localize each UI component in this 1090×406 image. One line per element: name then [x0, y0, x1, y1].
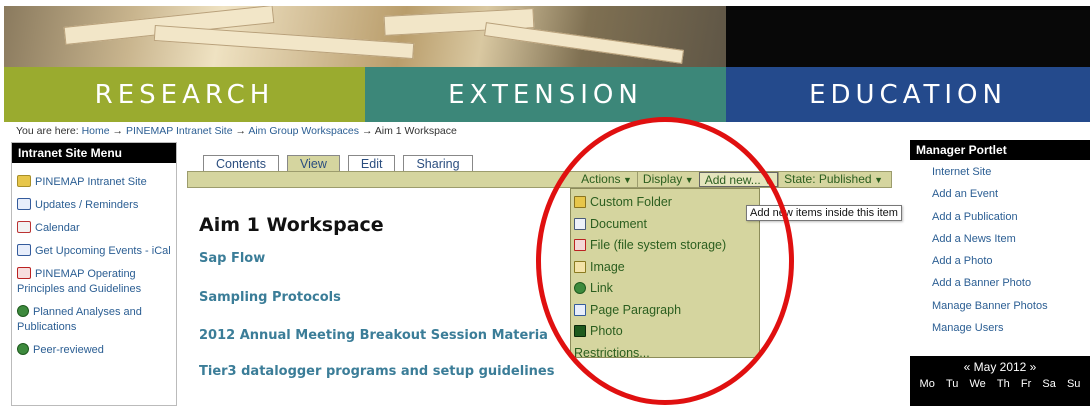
- actions-menu[interactable]: Actions ▼: [576, 172, 637, 187]
- tab-sharing[interactable]: Sharing: [403, 155, 473, 172]
- add-custom-folder[interactable]: Custom Folder: [574, 192, 759, 214]
- manager-portlet: Manager Portlet Internet Site Add an Eve…: [910, 140, 1090, 350]
- chevron-down-icon: ▼: [620, 175, 632, 185]
- breadcrumb-current: Aim 1 Workspace: [374, 125, 457, 137]
- section-bands: RESEARCH EXTENSION EDUCATION: [4, 67, 1090, 122]
- breadcrumb-separator: →: [112, 125, 124, 137]
- calendar-portlet: « May 2012 » Mo Tu We Th Fr Sa Su: [910, 356, 1090, 406]
- calendar-icon: [17, 221, 31, 233]
- menu-item-calendar[interactable]: Calendar: [17, 221, 172, 236]
- weekday: Tu: [945, 378, 959, 390]
- file-icon: [574, 239, 586, 251]
- breadcrumb-separator: →: [235, 125, 246, 137]
- banner-photo-lumber: [4, 6, 726, 67]
- link-sampling-protocols[interactable]: Sampling Protocols: [199, 290, 341, 305]
- document-icon: [17, 198, 31, 210]
- calendar-month-nav[interactable]: « May 2012 »: [910, 356, 1090, 374]
- image-icon: [574, 260, 586, 273]
- link-sap-flow[interactable]: Sap Flow: [199, 251, 265, 266]
- tab-contents[interactable]: Contents: [203, 155, 280, 172]
- restrictions-link[interactable]: Restrictions...: [574, 343, 759, 365]
- chevron-down-icon: ▼: [682, 175, 694, 185]
- link-tier3-datalogger[interactable]: Tier3 datalogger programs and setup guid…: [199, 364, 554, 379]
- add-new-tooltip: Add new items inside this item: [746, 205, 902, 221]
- content-action-bar: Actions ▼ Display ▼ Add new... ▼ State: …: [187, 171, 892, 188]
- link-icon: [574, 282, 586, 294]
- breadcrumb-aim-groups[interactable]: Aim Group Workspaces: [248, 125, 359, 137]
- breadcrumb-prefix: You are here:: [16, 125, 79, 137]
- manager-add-publication[interactable]: Add a Publication: [932, 209, 1090, 231]
- manager-add-photo[interactable]: Add a Photo: [932, 253, 1090, 275]
- manager-add-event[interactable]: Add an Event: [932, 186, 1090, 208]
- add-file[interactable]: File (file system storage): [574, 235, 759, 257]
- weekday: Mo: [919, 378, 935, 390]
- globe-icon: [17, 305, 29, 317]
- folder-icon: [17, 175, 31, 187]
- intranet-menu-title: Intranet Site Menu: [12, 143, 176, 163]
- menu-item-ical[interactable]: Get Upcoming Events - iCal: [17, 244, 172, 259]
- weekday: Su: [1066, 378, 1081, 390]
- education-band[interactable]: EDUCATION: [726, 67, 1090, 122]
- banner-photo-dark: [726, 6, 1090, 67]
- folder-icon: [574, 196, 586, 208]
- menu-item-intranet-site[interactable]: PINEMAP Intranet Site: [17, 175, 172, 190]
- page-paragraph-icon: [574, 303, 586, 316]
- chevron-down-icon: ▼: [760, 176, 773, 186]
- display-menu[interactable]: Display ▼: [636, 172, 699, 187]
- link-annual-meeting[interactable]: 2012 Annual Meeting Breakout Session Mat…: [199, 328, 548, 343]
- menu-item-operating-principles[interactable]: PINEMAP Operating Principles and Guideli…: [17, 267, 172, 297]
- chevron-down-icon: ▼: [871, 175, 883, 185]
- globe-icon: [17, 343, 29, 355]
- manager-portlet-title: Manager Portlet: [910, 140, 1090, 160]
- manager-manage-banner-photos[interactable]: Manage Banner Photos: [932, 298, 1090, 320]
- manager-add-banner-photo[interactable]: Add a Banner Photo: [932, 275, 1090, 297]
- add-link[interactable]: Link: [574, 278, 759, 300]
- menu-item-peer-reviewed[interactable]: Peer-reviewed: [17, 343, 172, 358]
- calendar-weekdays: Mo Tu We Th Fr Sa Su: [910, 374, 1090, 390]
- weekday: Th: [996, 378, 1010, 390]
- add-new-dropdown: Custom Folder Document File (file system…: [570, 188, 760, 360]
- tab-edit[interactable]: Edit: [347, 155, 396, 172]
- breadcrumb-intranet[interactable]: PINEMAP Intranet Site: [126, 125, 233, 137]
- weekday: Sa: [1042, 378, 1056, 390]
- manager-manage-users[interactable]: Manage Users: [932, 320, 1090, 342]
- weekday: Fr: [1020, 378, 1032, 390]
- add-new-menu[interactable]: Add new... ▼: [698, 172, 779, 187]
- photo-icon: [574, 325, 586, 337]
- intranet-site-menu: Intranet Site Menu PINEMAP Intranet Site…: [11, 142, 177, 406]
- research-band[interactable]: RESEARCH: [4, 67, 365, 122]
- content-tabs: Contents View Edit Sharing: [203, 155, 473, 172]
- manager-add-news-item[interactable]: Add a News Item: [932, 231, 1090, 253]
- breadcrumb-home[interactable]: Home: [82, 125, 110, 137]
- breadcrumb-separator: →: [361, 125, 373, 137]
- add-page-paragraph[interactable]: Page Paragraph: [574, 300, 759, 322]
- add-photo[interactable]: Photo: [574, 321, 759, 343]
- page-title: Aim 1 Workspace: [199, 214, 384, 236]
- add-document[interactable]: Document: [574, 214, 759, 236]
- menu-item-updates[interactable]: Updates / Reminders: [17, 198, 172, 213]
- manager-internet-site[interactable]: Internet Site: [932, 164, 1090, 186]
- document-icon: [574, 217, 586, 230]
- pdf-icon: [17, 267, 31, 279]
- menu-item-planned-analyses[interactable]: Planned Analyses and Publications: [17, 305, 172, 335]
- breadcrumb: You are here: Home → PINEMAP Intranet Si…: [16, 125, 457, 137]
- add-image[interactable]: Image: [574, 257, 759, 279]
- weekday: We: [969, 378, 986, 390]
- state-menu[interactable]: State: Published ▼: [778, 172, 888, 187]
- banner-photo: [0, 0, 1090, 67]
- document-icon: [17, 244, 31, 256]
- extension-band[interactable]: EXTENSION: [365, 67, 726, 122]
- tab-view[interactable]: View: [287, 155, 340, 172]
